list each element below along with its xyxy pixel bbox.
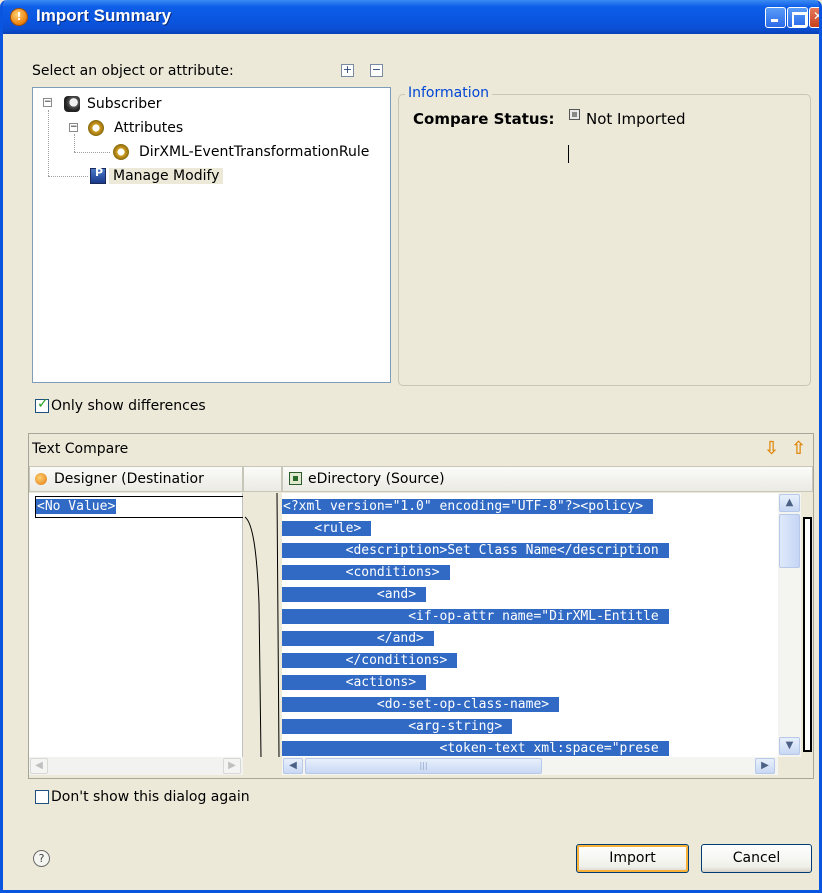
source-text-pane[interactable]: <?xml version="1.0" encoding="UTF-8"?><p… bbox=[282, 493, 778, 757]
object-tree[interactable]: − Subscriber − Attributes DirXML-EventTr… bbox=[32, 87, 391, 383]
scroll-left-icon[interactable]: ◀ bbox=[30, 758, 48, 774]
collapse-toggle-icon[interactable]: − bbox=[69, 123, 78, 132]
dont-show-again-label: Don't show this dialog again bbox=[51, 789, 250, 805]
title-bar[interactable]: ! Import Summary bbox=[3, 0, 819, 34]
left-header-label: Designer (Destinatior bbox=[54, 471, 204, 487]
subscriber-icon bbox=[64, 96, 80, 112]
no-value-text[interactable]: <No Value> bbox=[35, 496, 245, 518]
minimize-button[interactable] bbox=[765, 7, 786, 28]
only-show-differences-checkbox[interactable] bbox=[35, 396, 49, 413]
scroll-right-icon[interactable]: ▶ bbox=[755, 758, 775, 774]
right-header-label: eDirectory (Source) bbox=[308, 471, 445, 487]
vertical-scroll-thumb[interactable] bbox=[779, 514, 800, 568]
designer-icon bbox=[35, 473, 47, 485]
policy-icon bbox=[90, 166, 106, 184]
code-line: <and> bbox=[282, 584, 427, 605]
scroll-down-icon[interactable]: ▼ bbox=[779, 737, 800, 755]
tree-connector bbox=[48, 176, 88, 177]
app-icon: ! bbox=[10, 8, 28, 26]
edirectory-icon bbox=[289, 472, 302, 485]
tree-item-attributes[interactable]: Attributes bbox=[114, 117, 183, 139]
tree-connector bbox=[74, 134, 75, 152]
diff-connector-pane bbox=[243, 493, 282, 757]
tree-connector bbox=[48, 110, 49, 176]
cancel-button[interactable]: Cancel bbox=[701, 844, 812, 873]
information-legend: Information bbox=[405, 85, 493, 101]
collapse-toggle-icon[interactable]: − bbox=[43, 98, 52, 107]
code-line-text: <actions> bbox=[282, 675, 427, 690]
code-line-text: </conditions> bbox=[282, 653, 458, 668]
help-icon[interactable]: ? bbox=[33, 850, 50, 867]
diff-connector-lines bbox=[244, 493, 280, 757]
code-line-text: <?xml version="1.0" encoding="UTF-8"?><p… bbox=[282, 499, 654, 514]
tree-item-label: Manage Modify bbox=[109, 168, 224, 184]
compare-status-label: Compare Status: bbox=[413, 110, 555, 128]
no-value-label: <No Value> bbox=[36, 499, 117, 514]
collapse-all-icon[interactable]: − bbox=[370, 64, 383, 77]
code-line-text: <do-set-op-class-name> bbox=[282, 697, 560, 712]
next-difference-icon[interactable]: ⇩ bbox=[764, 438, 779, 459]
code-line-text: <if-op-attr name="DirXML-Entitle bbox=[282, 609, 669, 624]
expand-all-icon[interactable]: + bbox=[341, 64, 354, 77]
horizontal-scroll-thumb[interactable]: ||| bbox=[305, 758, 542, 774]
import-button[interactable]: Import bbox=[576, 844, 689, 873]
code-line: <if-op-attr name="DirXML-Entitle bbox=[282, 606, 669, 627]
window-title: Import Summary bbox=[36, 6, 172, 25]
compare-status-value: Not Imported bbox=[586, 110, 686, 128]
only-show-differences-label: Only show differences bbox=[51, 398, 206, 414]
destination-text-pane[interactable] bbox=[29, 493, 243, 757]
left-horizontal-scrollbar[interactable] bbox=[29, 757, 243, 775]
text-compare-title: Text Compare bbox=[32, 441, 129, 457]
tree-item-manage-modify[interactable]: Manage Modify bbox=[109, 165, 224, 187]
code-line: <rule> bbox=[282, 518, 372, 539]
select-object-label: Select an object or attribute: bbox=[32, 63, 234, 79]
tree-connector bbox=[74, 152, 110, 153]
code-line: <conditions> bbox=[282, 562, 450, 583]
maximize-button[interactable] bbox=[787, 7, 808, 28]
middle-column-header bbox=[243, 466, 282, 492]
code-line: <?xml version="1.0" encoding="UTF-8"?><p… bbox=[282, 496, 654, 517]
attribute-icon bbox=[113, 144, 129, 160]
status-icon bbox=[569, 109, 580, 120]
previous-difference-icon[interactable]: ⇧ bbox=[791, 438, 806, 459]
attributes-icon bbox=[88, 120, 104, 136]
text-caret bbox=[568, 145, 569, 163]
close-button[interactable] bbox=[809, 7, 819, 28]
code-line-text: <conditions> bbox=[282, 565, 450, 580]
code-line-text: </and> bbox=[282, 631, 434, 646]
scroll-left-icon[interactable]: ◀ bbox=[283, 758, 303, 774]
scroll-up-icon[interactable]: ▲ bbox=[779, 494, 800, 512]
tree-item-subscriber[interactable]: Subscriber bbox=[87, 93, 162, 115]
scroll-right-icon[interactable]: ▶ bbox=[223, 758, 241, 774]
information-group bbox=[398, 94, 811, 386]
code-line: <arg-string> bbox=[282, 716, 513, 737]
tree-item-dirxml-eventtransformationrule[interactable]: DirXML-EventTransformationRule bbox=[139, 141, 369, 163]
code-line-text: <arg-string> bbox=[282, 719, 513, 734]
code-line: <do-set-op-class-name> bbox=[282, 694, 560, 715]
code-line: <description>Set Class Name</description bbox=[282, 540, 669, 561]
code-line-text: <and> bbox=[282, 587, 427, 602]
overview-ruler bbox=[803, 517, 812, 752]
code-line: </conditions> bbox=[282, 650, 458, 671]
left-column-header: Designer (Destinatior bbox=[29, 466, 243, 492]
code-line-text: <description>Set Class Name</description bbox=[282, 543, 669, 558]
code-line: </and> bbox=[282, 628, 434, 649]
code-line-text: <token-text xml:space="prese bbox=[282, 741, 669, 756]
code-line-text: <rule> bbox=[282, 521, 372, 536]
code-line: <token-text xml:space="prese bbox=[282, 738, 669, 757]
right-column-header: eDirectory (Source) bbox=[282, 466, 813, 492]
dont-show-again-checkbox[interactable] bbox=[35, 790, 49, 804]
code-line: <actions> bbox=[282, 672, 427, 693]
